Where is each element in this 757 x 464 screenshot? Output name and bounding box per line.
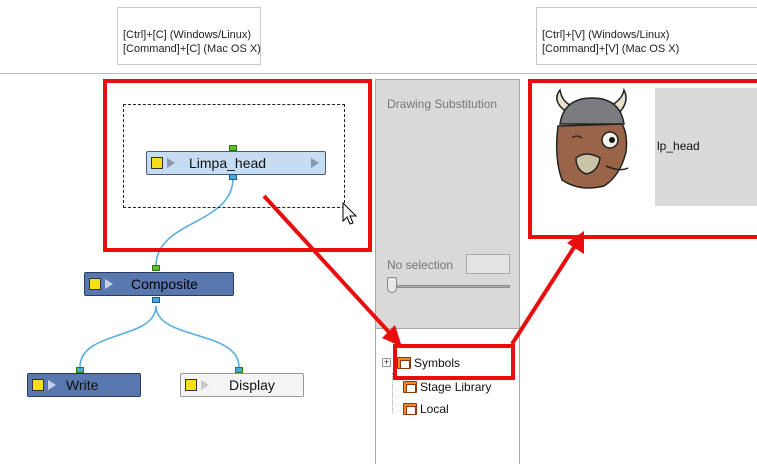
arrow-icon — [262, 194, 584, 347]
